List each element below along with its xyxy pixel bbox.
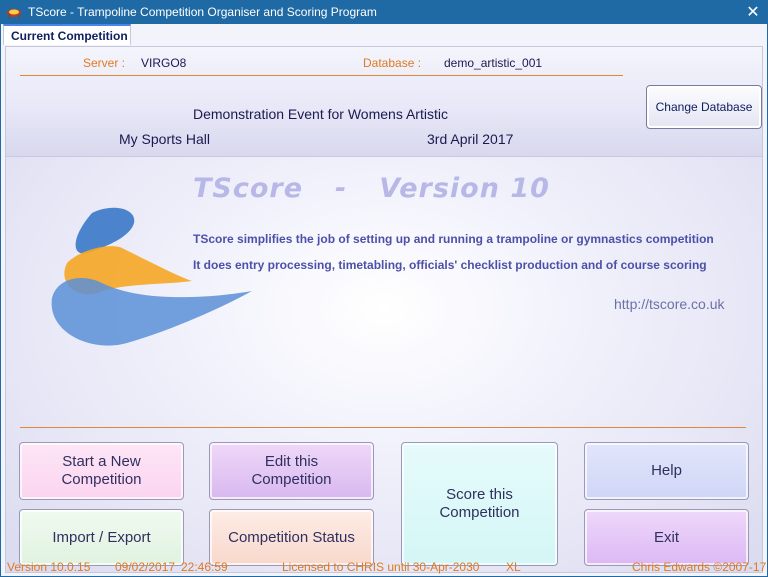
score-competition-button[interactable]: Score this Competition — [401, 442, 558, 566]
swoosh-logo — [51, 207, 252, 346]
product-name: TScore — [193, 173, 304, 204]
event-date: 3rd April 2017 — [427, 131, 514, 147]
edit-label-line2: Competition — [251, 471, 332, 488]
blurb-line-1: TScore simplifies the job of setting up … — [193, 232, 714, 246]
score-label-line1: Score this — [446, 486, 513, 503]
edit-competition-button[interactable]: Edit this Competition — [209, 442, 374, 500]
main-window: Current Competition Server : VIRGO8 Data… — [0, 24, 768, 577]
title-bar: TScore - Trampoline Competition Organise… — [0, 0, 768, 24]
database-value: demo_artistic_001 — [444, 56, 543, 70]
start-new-label-line2: Competition — [61, 471, 142, 488]
start-new-competition-button[interactable]: Start a New Competition — [19, 442, 184, 500]
status-date: 09/02/2017 — [115, 560, 176, 574]
header-divider — [20, 75, 623, 76]
server-value: VIRGO8 — [141, 56, 187, 70]
database-label: Database : — [363, 56, 422, 70]
help-button[interactable]: Help — [584, 442, 749, 500]
start-new-label-line1: Start a New — [62, 453, 141, 470]
product-title: TScore - Version 10 — [193, 173, 550, 204]
server-label: Server : — [83, 56, 126, 70]
buttons-divider — [20, 427, 746, 428]
status-version: Version 10.0.15 — [7, 560, 91, 574]
score-label-line2: Competition — [439, 504, 520, 521]
status-time: 22:46:59 — [181, 560, 228, 574]
current-competition-panel: Server : VIRGO8 Database : demo_artistic… — [5, 46, 763, 573]
change-database-button[interactable]: Change Database — [646, 85, 762, 129]
close-window-button[interactable]: ✕ — [738, 0, 768, 24]
title-dash: - — [335, 173, 348, 204]
blurb-line-2: It does entry processing, timetabling, o… — [193, 258, 707, 272]
status-bar: Version 10.0.15 09/02/2017 22:46:59 Lice… — [1, 554, 768, 577]
close-icon: ✕ — [746, 4, 760, 21]
app-icon — [7, 9, 21, 19]
tab-current-competition[interactable]: Current Competition — [3, 24, 131, 45]
status-license: Licensed to CHRIS until 30-Apr-2030 — [282, 560, 480, 574]
edit-label-line1: Edit this — [264, 453, 319, 470]
venue-name: My Sports Hall — [119, 131, 211, 147]
event-name: Demonstration Event for Womens Artistic — [193, 106, 448, 122]
product-version: Version 10 — [379, 173, 550, 204]
status-copyright: Chris Edwards ©2007-17 — [632, 560, 767, 574]
status-edition: XL — [506, 560, 521, 574]
window-title: TScore - Trampoline Competition Organise… — [28, 5, 377, 19]
website-link[interactable]: http://tscore.co.uk — [614, 296, 725, 312]
